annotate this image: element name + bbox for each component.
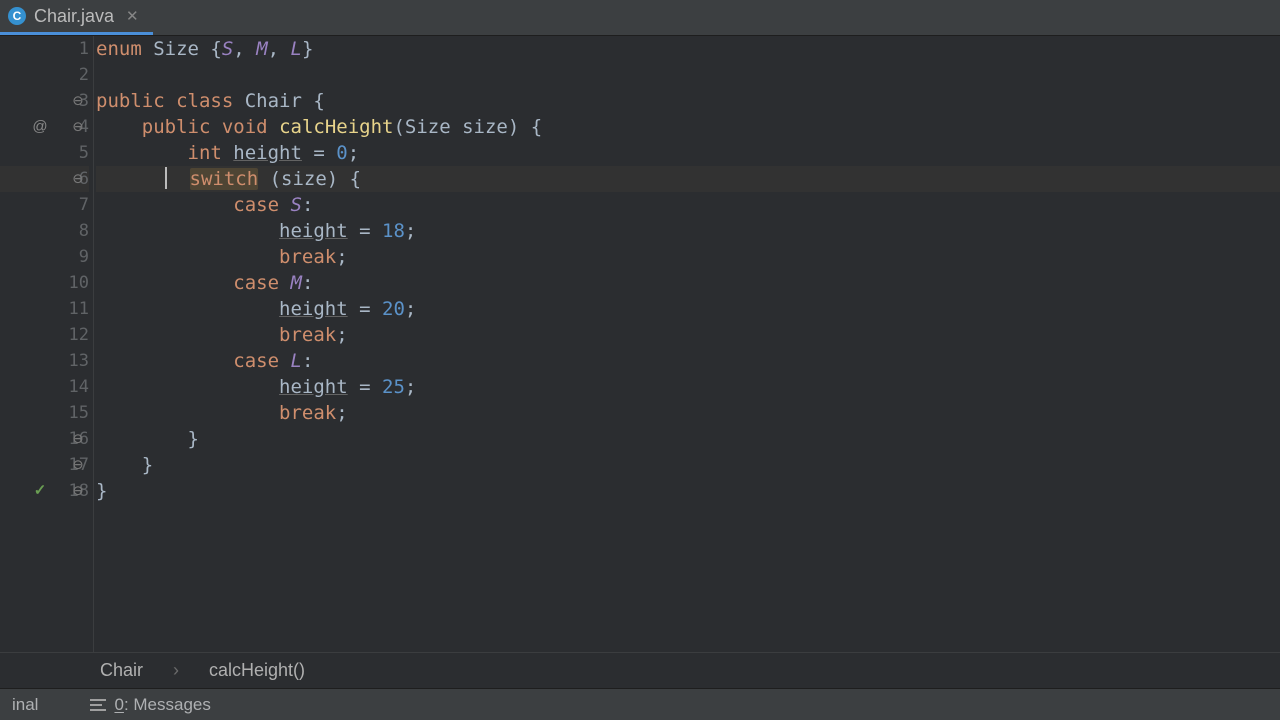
fold-icon[interactable]: ⊖	[69, 114, 87, 140]
java-class-icon: C	[8, 7, 26, 25]
fold-icon[interactable]: ⊖	[69, 166, 87, 192]
line-number: 9	[61, 244, 89, 270]
line-number: 7	[61, 192, 89, 218]
line-number: 1	[61, 36, 89, 62]
fold-icon[interactable]: ⊖	[69, 452, 87, 478]
messages-icon	[90, 699, 106, 711]
check-icon: ✓	[29, 478, 51, 504]
chevron-right-icon: ›	[173, 660, 179, 681]
line-number: 8	[61, 218, 89, 244]
line-number: 13	[61, 348, 89, 374]
tab-bar: C Chair.java ✕	[0, 0, 1280, 36]
file-tab[interactable]: C Chair.java ✕	[0, 0, 153, 35]
breadcrumb-class[interactable]: Chair	[100, 660, 143, 681]
breadcrumb: Chair › calcHeight()	[0, 652, 1280, 688]
editor[interactable]: 1 2 3⊖ @4⊖ 5 6⊖ 7 8 9 10 11 12 13 14 15 …	[0, 36, 1280, 652]
line-number: 10	[61, 270, 89, 296]
line-number: 15	[61, 400, 89, 426]
line-number: 11	[61, 296, 89, 322]
line-number: 12	[61, 322, 89, 348]
code-area[interactable]: enum Size {S, M, L} public class Chair {…	[94, 36, 1280, 652]
close-icon[interactable]: ✕	[122, 7, 143, 25]
line-number: 2	[61, 62, 89, 88]
line-number: 5	[61, 140, 89, 166]
text-caret	[165, 167, 167, 189]
messages-tool[interactable]: 0: Messages	[78, 695, 222, 715]
override-annotation-icon[interactable]: @	[29, 114, 51, 140]
tab-label: Chair.java	[34, 6, 114, 27]
fold-icon[interactable]: ⊖	[69, 426, 87, 452]
terminal-tool[interactable]: inal	[0, 695, 50, 715]
line-number: 14	[61, 374, 89, 400]
fold-icon[interactable]: ⊖	[69, 88, 87, 114]
tool-window-bar: inal 0: Messages	[0, 688, 1280, 720]
gutter: 1 2 3⊖ @4⊖ 5 6⊖ 7 8 9 10 11 12 13 14 15 …	[0, 36, 94, 652]
fold-icon[interactable]: ⊖	[69, 478, 87, 504]
breadcrumb-method[interactable]: calcHeight()	[209, 660, 305, 681]
